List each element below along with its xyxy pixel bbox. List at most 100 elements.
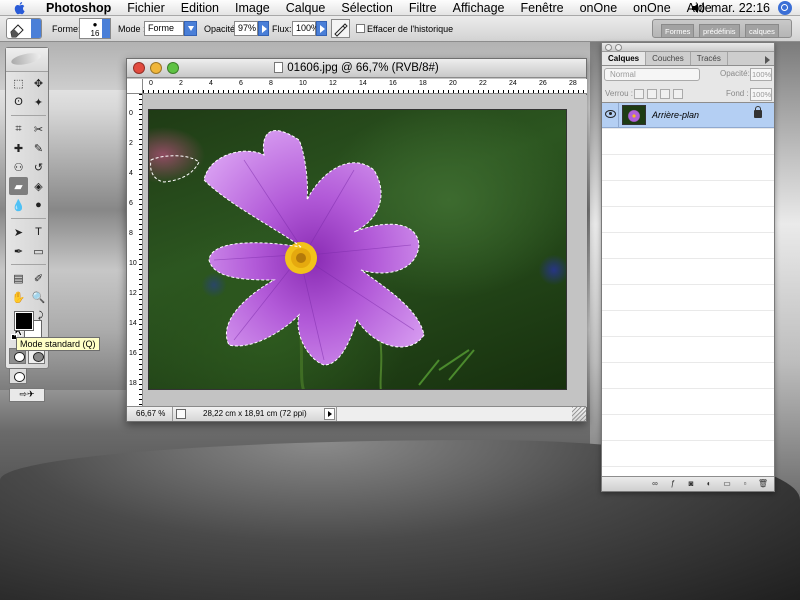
vertical-ruler[interactable]: 0 2 4 6 8 10 12 14 16 18 [127, 94, 143, 407]
mode-select[interactable]: Forme [144, 21, 184, 36]
blur-icon[interactable]: 💧 [9, 196, 28, 214]
jump-to-imageready-button[interactable]: ⇨✈ [9, 388, 45, 402]
fill-field[interactable]: 100% [750, 88, 772, 101]
canvas-area[interactable] [144, 95, 587, 407]
pen-icon[interactable]: ✒ [9, 242, 28, 260]
palette-menu-icon[interactable] [762, 52, 774, 65]
tooltip: Mode standard (Q) [16, 337, 100, 351]
well-tab-calques[interactable]: calques [745, 24, 779, 38]
status-menu-arrow[interactable] [324, 408, 335, 420]
opacity-field[interactable]: 97% [234, 21, 258, 36]
menu-onone-2[interactable]: onOne [625, 1, 679, 15]
clone-stamp-icon[interactable]: ⚇ [9, 158, 28, 176]
hand-icon[interactable]: ✋ [9, 288, 28, 306]
menu-edition[interactable]: Edition [173, 1, 227, 15]
volume-icon[interactable] [691, 2, 705, 14]
toolbox-header[interactable] [6, 48, 48, 72]
menu-affichage[interactable]: Affichage [445, 1, 513, 15]
menu-fenetre[interactable]: Fenêtre [513, 1, 572, 15]
tool-preset-picker[interactable] [6, 18, 42, 39]
blend-mode-select[interactable]: Normal [604, 68, 700, 81]
flux-slider-button[interactable] [316, 21, 327, 36]
notes-icon[interactable]: ▤ [9, 269, 28, 287]
horizontal-ruler[interactable]: 0 2 4 6 8 10 12 14 16 18 20 22 24 26 28 [143, 79, 587, 94]
document-titlebar[interactable]: 01606.jpg @ 66,7% (RVB/8#) [127, 59, 586, 78]
marquee-icon[interactable]: ⬚ [9, 74, 28, 92]
zoom-icon[interactable]: 🔍 [29, 288, 48, 306]
link-icon[interactable]: ∞ [648, 479, 662, 490]
ruler-origin[interactable] [127, 79, 143, 94]
ruler-h-label: 16 [389, 80, 397, 87]
jump-row: ⇨✈ [9, 388, 45, 402]
lasso-icon[interactable]: ʘ [9, 93, 28, 111]
shape-icon[interactable]: ▭ [29, 242, 48, 260]
lock-position-icon[interactable] [660, 89, 670, 99]
zoom-window-button[interactable] [167, 62, 179, 74]
palette-close-button[interactable] [605, 44, 612, 51]
eraser-icon[interactable]: ▰ [9, 177, 28, 195]
ruler-h-label: 26 [539, 80, 547, 87]
tab-traces[interactable]: Tracés [691, 52, 728, 65]
crop-icon[interactable]: ⌗ [9, 120, 28, 138]
screen-mode-button[interactable] [9, 368, 27, 384]
menu-fichier[interactable]: Fichier [119, 1, 173, 15]
foreground-color-swatch[interactable] [14, 311, 34, 331]
resize-grip-icon[interactable] [572, 407, 586, 421]
airbrush-toggle[interactable] [331, 19, 350, 38]
paint-bucket-icon[interactable]: ◈ [29, 177, 48, 195]
swap-colors-icon[interactable]: ⤸ [38, 310, 43, 321]
move-icon[interactable]: ✥ [29, 74, 48, 92]
document-info-icon[interactable] [176, 409, 186, 419]
tab-calques[interactable]: Calques [602, 52, 647, 65]
opacity-slider-button[interactable] [258, 21, 269, 36]
slice-icon[interactable]: ✂ [29, 120, 48, 138]
type-icon[interactable]: T [29, 223, 48, 241]
group-icon[interactable]: ▭ [720, 479, 734, 490]
lock-pixels-icon[interactable] [647, 89, 657, 99]
menu-image[interactable]: Image [227, 1, 278, 15]
ruler-h-label: 18 [419, 80, 427, 87]
brush-picker[interactable]: ● 16 [79, 18, 111, 39]
zoom-field[interactable]: 66,67 % [127, 407, 173, 421]
path-selection-icon[interactable]: ➤ [9, 223, 28, 241]
apple-icon[interactable] [12, 0, 28, 16]
well-tab-predefinis[interactable]: prédéfinis [699, 24, 740, 38]
trash-icon[interactable]: 🗑 [756, 479, 770, 490]
magic-wand-icon[interactable]: ✦ [29, 93, 48, 111]
adjustment-icon[interactable]: ◐ [702, 479, 716, 490]
mode-select-arrow[interactable] [184, 21, 197, 36]
menu-selection[interactable]: Sélection [333, 1, 400, 15]
erase-history-checkbox[interactable] [356, 24, 365, 33]
spotlight-icon[interactable] [778, 1, 792, 15]
lock-transparency-icon[interactable] [634, 89, 644, 99]
tab-couches[interactable]: Couches [646, 52, 691, 65]
brush-icon[interactable]: ✎ [29, 139, 48, 157]
eyedropper-icon[interactable]: ✐ [29, 269, 48, 287]
menu-filtre[interactable]: Filtre [401, 1, 445, 15]
horizontal-scrollbar[interactable] [336, 406, 572, 421]
layer-opacity-field[interactable]: 100% [750, 68, 772, 81]
menu-app-photoshop[interactable]: Photoshop [38, 1, 119, 15]
dodge-icon[interactable]: ● [29, 196, 48, 214]
minimize-window-button[interactable] [150, 62, 162, 74]
lock-icon [754, 106, 762, 118]
eye-icon[interactable] [605, 110, 616, 118]
well-tab-formes[interactable]: Formes [661, 24, 695, 38]
new-layer-icon[interactable]: ▫ [738, 479, 752, 490]
layer-row[interactable]: Arrière-plan [602, 103, 774, 128]
palette-minimize-button[interactable] [615, 44, 622, 51]
close-window-button[interactable] [133, 62, 145, 74]
healing-brush-icon[interactable]: ✚ [9, 139, 28, 157]
menu-clock[interactable]: mar. 22:16 [705, 1, 778, 15]
lock-all-icon[interactable] [673, 89, 683, 99]
mask-icon[interactable]: ◙ [684, 479, 698, 490]
palette-well: Formes prédéfinis calques [652, 19, 792, 38]
menu-calque[interactable]: Calque [278, 1, 334, 15]
flux-field[interactable]: 100% [292, 21, 319, 36]
document-proxy-icon[interactable] [274, 62, 284, 73]
fx-icon[interactable]: ƒ [666, 479, 680, 490]
history-brush-icon[interactable]: ↺ [29, 158, 48, 176]
image-canvas[interactable] [148, 109, 567, 390]
menu-onone-1[interactable]: onOne [572, 1, 626, 15]
palette-titlebar[interactable] [602, 43, 774, 52]
